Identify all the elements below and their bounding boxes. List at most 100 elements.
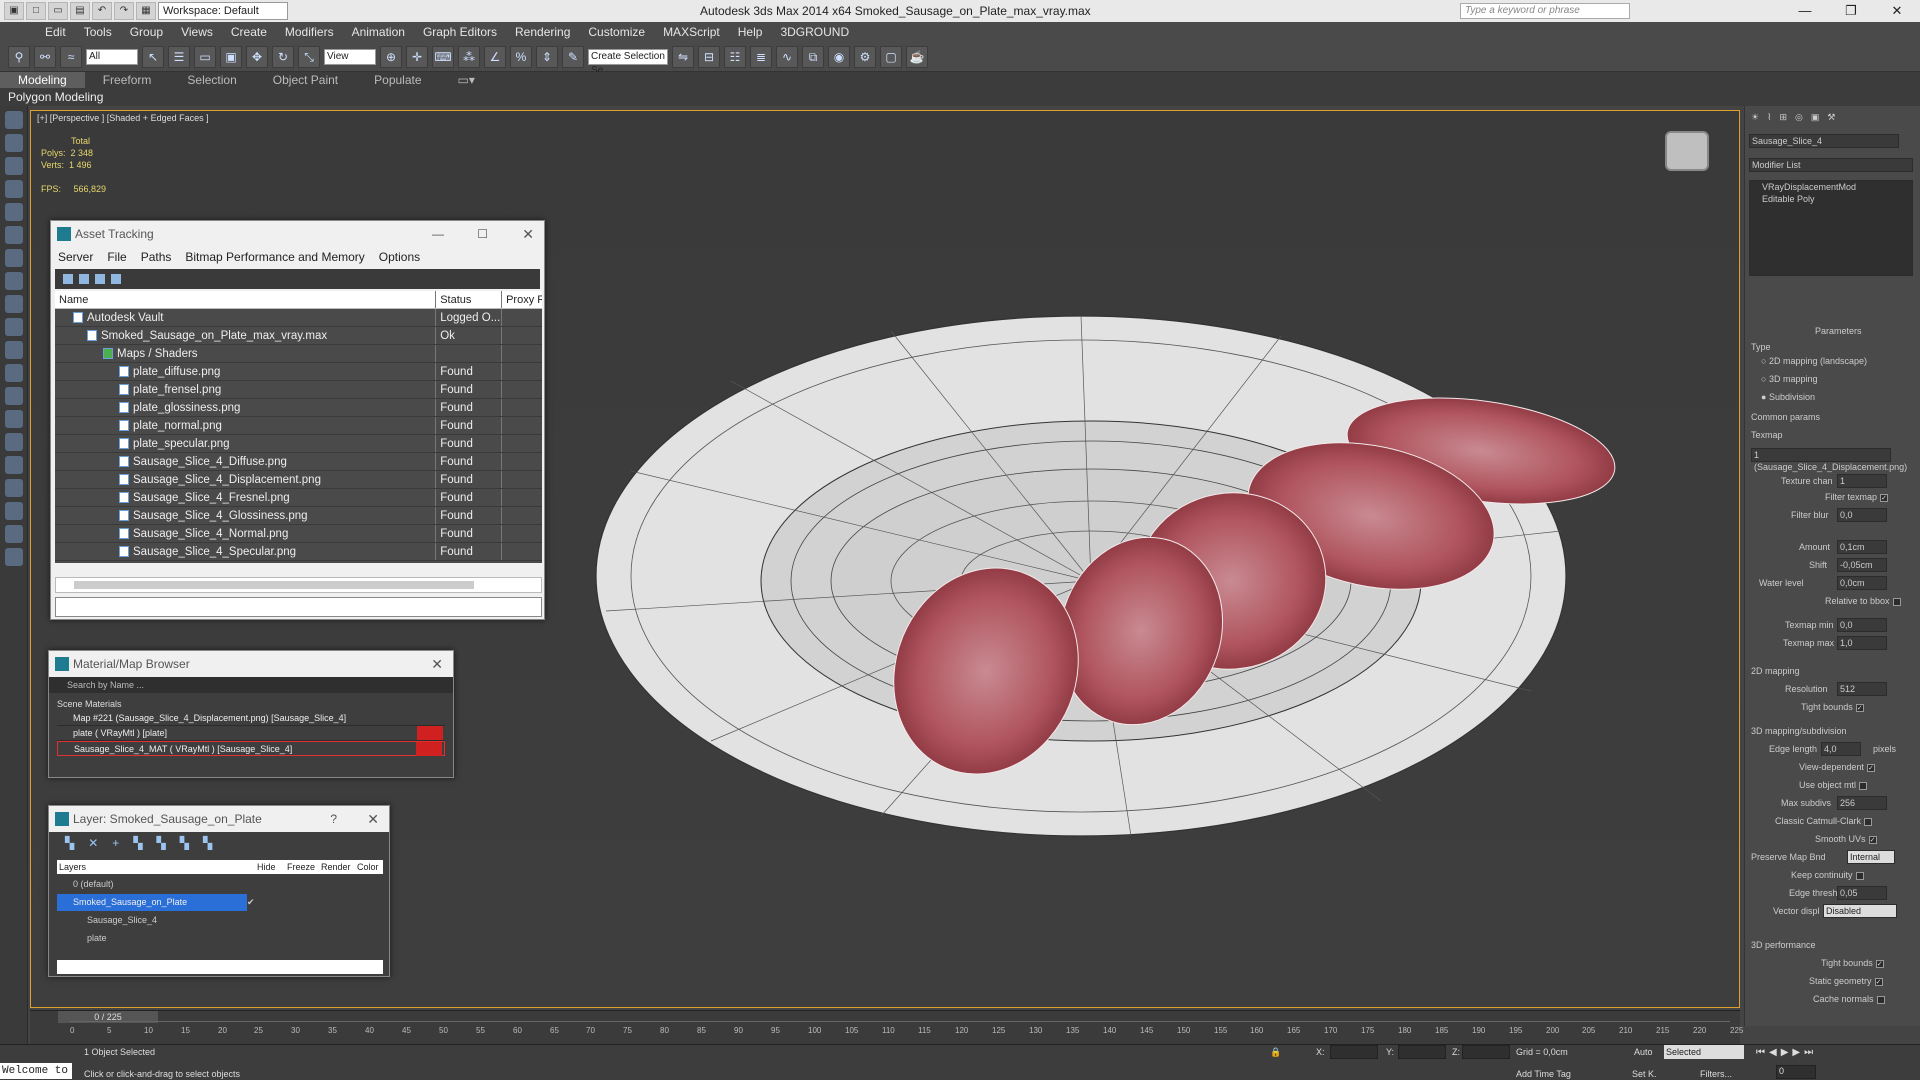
current-frame-field[interactable]: 0	[1776, 1065, 1816, 1079]
rect-selection-icon[interactable]: ▭	[194, 45, 216, 68]
z-coord-field[interactable]	[1462, 1045, 1510, 1059]
link-icon[interactable]: ⚲	[8, 45, 30, 68]
curve-editor-icon[interactable]: ∿	[776, 45, 798, 68]
table-row[interactable]: Sausage_Slice_4_Diffuse.png Found	[55, 453, 542, 471]
select-objects-icon[interactable]: ▚	[133, 836, 142, 850]
set-key-button[interactable]: Set K.	[1632, 1069, 1657, 1079]
tab-modeling[interactable]: Modeling	[0, 72, 85, 88]
stack-item-vraydisplacement[interactable]: VRayDisplacementMod	[1752, 181, 1912, 193]
radio-subdivision[interactable]: ● Subdivision	[1761, 392, 1815, 402]
column-header-name[interactable]: Name	[55, 291, 437, 308]
material-search-input[interactable]: Search by Name ...	[49, 677, 453, 693]
menu-views[interactable]: Views	[172, 22, 222, 42]
texmap-max-spinner[interactable]: 1,0	[1837, 636, 1887, 650]
scale-icon[interactable]: ⤡	[298, 45, 320, 68]
viewport-tool-icon[interactable]	[5, 249, 23, 267]
asset-menu-file[interactable]: File	[100, 247, 133, 267]
freeze-all-icon[interactable]: ▚	[203, 836, 212, 850]
filters-button[interactable]: Filters...	[1700, 1069, 1732, 1079]
thumbnail-view-icon[interactable]	[95, 274, 105, 284]
horizontal-scrollbar[interactable]	[57, 960, 383, 974]
viewport-tool-icon[interactable]	[5, 318, 23, 336]
open-file-icon[interactable]: ▭	[48, 2, 68, 20]
smooth-uvs-checkbox[interactable]: Smooth UVs ✓	[1815, 834, 1877, 844]
bind-space-warp-icon[interactable]: ≈	[60, 45, 82, 68]
auto-key-button[interactable]: Auto	[1634, 1047, 1653, 1057]
view-dependent-checkbox[interactable]: View-dependent ✓	[1799, 762, 1875, 772]
viewport-tool-icon[interactable]	[5, 479, 23, 497]
selection-filter-dropdown[interactable]: All	[86, 48, 138, 65]
select-object-icon[interactable]: ↖	[142, 45, 164, 68]
menu-3dground[interactable]: 3DGROUND	[771, 22, 858, 42]
select-by-name-icon[interactable]: ☰	[168, 45, 190, 68]
relative-to-bbox-checkbox[interactable]: Relative to bbox	[1825, 596, 1901, 606]
viewport-tool-icon[interactable]	[5, 295, 23, 313]
previous-frame-icon[interactable]: ◀	[1769, 1047, 1777, 1058]
filter-blur-spinner[interactable]: 0,0	[1837, 508, 1887, 522]
menu-rendering[interactable]: Rendering	[506, 22, 579, 42]
table-row[interactable]: plate_frensel.png Found	[55, 381, 542, 399]
preserve-map-bnd-dropdown[interactable]: Internal	[1847, 850, 1895, 864]
project-folder-icon[interactable]: ▦	[136, 2, 156, 20]
layer-row[interactable]: plate	[57, 930, 383, 947]
edge-length-spinner[interactable]: 4,0	[1821, 742, 1861, 756]
asset-menu-paths[interactable]: Paths	[134, 247, 179, 267]
object-name-field[interactable]: Sausage_Slice_4	[1749, 134, 1899, 148]
layer-row[interactable]: Smoked_Sausage_on_Plate ✔	[57, 894, 383, 911]
column-header-status[interactable]: Status	[436, 291, 503, 308]
table-row[interactable]: Sausage_Slice_4_Specular.png Found	[55, 543, 542, 561]
asset-menu-server[interactable]: Server	[51, 247, 100, 267]
hierarchy-tab-icon[interactable]: ⊞	[1779, 112, 1787, 123]
create-tab-icon[interactable]: ☀	[1751, 112, 1759, 123]
viewport-tool-icon[interactable]	[5, 180, 23, 198]
key-filter-dropdown[interactable]: Selected	[1664, 1045, 1744, 1059]
new-file-icon[interactable]: □	[26, 2, 46, 20]
table-row[interactable]: Sausage_Slice_4_Normal.png Found	[55, 525, 542, 543]
tab-selection[interactable]: Selection	[169, 72, 254, 88]
menu-modifiers[interactable]: Modifiers	[276, 22, 343, 42]
viewport-tool-icon[interactable]	[5, 203, 23, 221]
hide-all-icon[interactable]: ▚	[180, 836, 189, 850]
vector-displ-dropdown[interactable]: Disabled	[1823, 904, 1897, 918]
menu-animation[interactable]: Animation	[343, 22, 414, 42]
max-subdivs-spinner[interactable]: 256	[1837, 796, 1887, 810]
close-icon[interactable]: ✕	[522, 221, 534, 247]
close-icon[interactable]: ✕	[1874, 0, 1920, 22]
close-icon[interactable]: ✕	[431, 651, 443, 677]
column-header-hide[interactable]: Hide	[257, 860, 287, 874]
list-item[interactable]: Map #221 (Sausage_Slice_4_Displacement.p…	[57, 711, 445, 726]
viewport-tool-icon[interactable]	[5, 548, 23, 566]
render-setup-icon[interactable]: ⚙	[854, 45, 876, 68]
table-view-icon[interactable]	[111, 274, 121, 284]
layer-row[interactable]: Sausage_Slice_4	[57, 912, 383, 929]
list-item[interactable]: Sausage_Slice_4_MAT ( VRayMtl ) [Sausage…	[57, 741, 445, 756]
viewport-tool-icon[interactable]	[5, 410, 23, 428]
table-row[interactable]: Autodesk Vault Logged O...	[55, 309, 542, 327]
y-coord-field[interactable]	[1398, 1045, 1446, 1059]
mirror-icon[interactable]: ⇋	[672, 45, 694, 68]
highlight-selected-icon[interactable]: ▚	[157, 836, 166, 850]
material-editor-icon[interactable]: ◉	[828, 45, 850, 68]
viewport-tool-icon[interactable]	[5, 157, 23, 175]
lock-selection-icon[interactable]: 🔒	[1270, 1047, 1281, 1058]
menu-tools[interactable]: Tools	[75, 22, 121, 42]
layer-manager-icon[interactable]: ≣	[750, 45, 772, 68]
asset-menu-options[interactable]: Options	[372, 247, 427, 267]
menu-edit[interactable]: Edit	[36, 22, 75, 42]
viewport-tool-icon[interactable]	[5, 341, 23, 359]
viewport-tool-icon[interactable]	[5, 272, 23, 290]
schematic-view-icon[interactable]: ⧉	[802, 45, 824, 68]
x-coord-field[interactable]	[1330, 1045, 1378, 1059]
ribbon-sub-label[interactable]: Polygon Modeling	[8, 90, 103, 104]
menu-group[interactable]: Group	[121, 22, 172, 42]
select-manipulate-icon[interactable]: ✛	[406, 45, 428, 68]
percent-snap-icon[interactable]: %	[510, 45, 532, 68]
modifier-list-dropdown[interactable]: Modifier List	[1749, 158, 1913, 172]
filter-texmap-checkbox[interactable]: Filter texmap ✓	[1825, 492, 1889, 502]
delete-layer-icon[interactable]: ✕	[88, 836, 98, 850]
maxscript-listener[interactable]: Welcome to	[0, 1063, 72, 1079]
minimize-icon[interactable]: —	[432, 221, 444, 247]
texmap-button[interactable]: 1 (Sausage_Slice_4_Displacement.png)	[1751, 448, 1907, 472]
motion-tab-icon[interactable]: ◎	[1795, 112, 1803, 123]
viewport-tool-icon[interactable]	[5, 364, 23, 382]
